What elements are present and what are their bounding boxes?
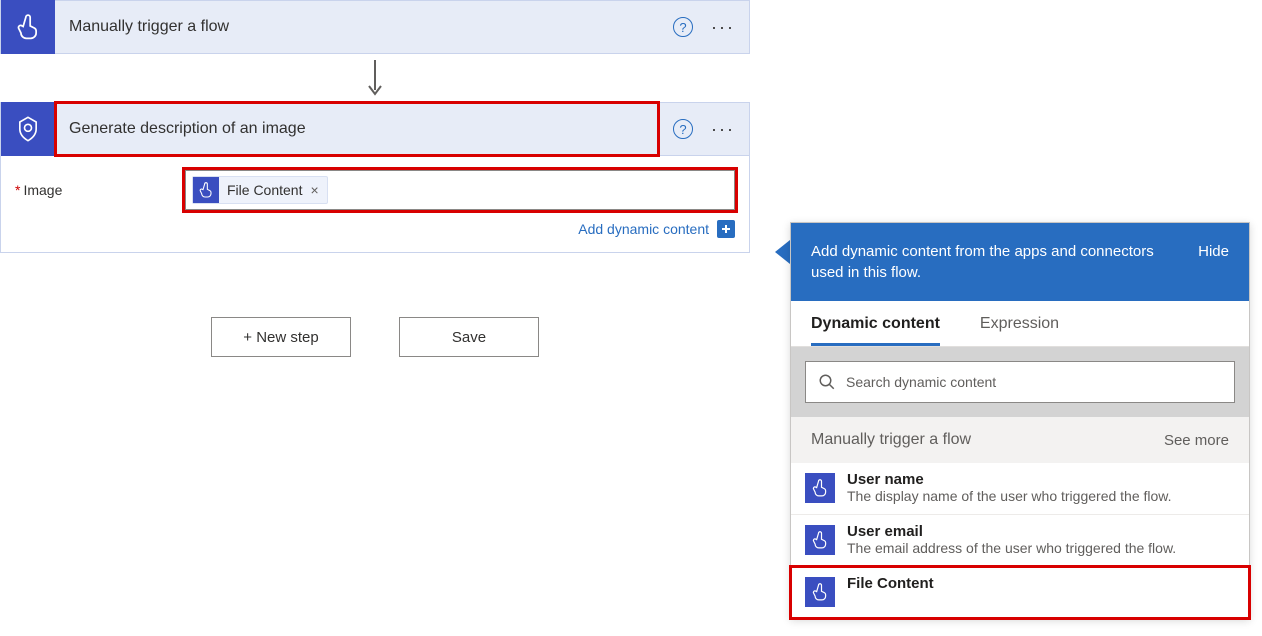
dc-item-title: User name — [847, 471, 1172, 488]
flow-actions-row: + New step Save — [0, 317, 750, 357]
tab-dynamic-content[interactable]: Dynamic content — [811, 315, 940, 346]
tab-expression[interactable]: Expression — [980, 315, 1059, 346]
trigger-card[interactable]: Manually trigger a flow ? ··· — [0, 0, 750, 54]
dc-list: User name The display name of the user w… — [791, 463, 1249, 618]
more-icon[interactable]: ··· — [711, 120, 735, 138]
hide-link[interactable]: Hide — [1198, 241, 1229, 283]
dc-item-file-content[interactable]: File Content — [791, 567, 1249, 618]
manual-trigger-icon — [805, 473, 835, 503]
trigger-header[interactable]: Manually trigger a flow ? ··· — [0, 0, 750, 54]
arrow-down-icon — [0, 54, 750, 102]
manual-trigger-icon — [805, 525, 835, 555]
see-more-link[interactable]: See more — [1164, 432, 1229, 449]
dc-tabs: Dynamic content Expression — [791, 301, 1249, 347]
search-placeholder: Search dynamic content — [846, 374, 996, 390]
dc-item-user-name[interactable]: User name The display name of the user w… — [791, 463, 1249, 515]
add-dynamic-content-link[interactable]: Add dynamic content — [1, 220, 749, 252]
file-content-token[interactable]: File Content × — [192, 176, 328, 204]
help-icon[interactable]: ? — [673, 17, 693, 37]
manual-trigger-icon — [1, 0, 55, 54]
dc-search-wrap: Search dynamic content — [791, 347, 1249, 417]
param-row-image: * Image File Content × — [1, 156, 749, 220]
panel-pointer-icon — [775, 240, 790, 264]
dc-item-desc: The email address of the user who trigge… — [847, 540, 1176, 556]
help-icon[interactable]: ? — [673, 119, 693, 139]
param-label: * Image — [15, 182, 165, 198]
action-card: Generate description of an image ? ··· *… — [0, 102, 750, 253]
dc-item-title: File Content — [847, 575, 934, 592]
dc-item-user-email[interactable]: User email The email address of the user… — [791, 515, 1249, 567]
dc-panel-header: Add dynamic content from the apps and co… — [791, 223, 1249, 301]
image-input[interactable]: File Content × — [185, 170, 735, 210]
gpt-action-icon — [1, 102, 55, 156]
dc-search-input[interactable]: Search dynamic content — [805, 361, 1235, 403]
required-asterisk: * — [15, 182, 20, 198]
remove-token-icon[interactable]: × — [310, 182, 318, 198]
dc-item-desc: The display name of the user who trigger… — [847, 488, 1172, 504]
trigger-title: Manually trigger a flow — [55, 18, 673, 36]
dc-section-title: Manually trigger a flow — [811, 431, 971, 449]
action-header[interactable]: Generate description of an image ? ··· — [0, 102, 750, 156]
dc-header-text: Add dynamic content from the apps and co… — [811, 241, 1178, 283]
manual-trigger-icon — [805, 577, 835, 607]
dc-item-title: User email — [847, 523, 1176, 540]
save-button[interactable]: Save — [399, 317, 539, 357]
dc-section-header: Manually trigger a flow See more — [791, 417, 1249, 463]
token-label: File Content — [227, 182, 302, 198]
dynamic-content-panel: Add dynamic content from the apps and co… — [790, 222, 1250, 619]
search-icon — [818, 373, 836, 391]
new-step-button[interactable]: + New step — [211, 317, 351, 357]
dynamic-content-badge-icon — [717, 220, 735, 238]
action-title: Generate description of an image — [55, 102, 659, 156]
more-icon[interactable]: ··· — [711, 18, 735, 36]
token-manual-trigger-icon — [193, 177, 219, 203]
